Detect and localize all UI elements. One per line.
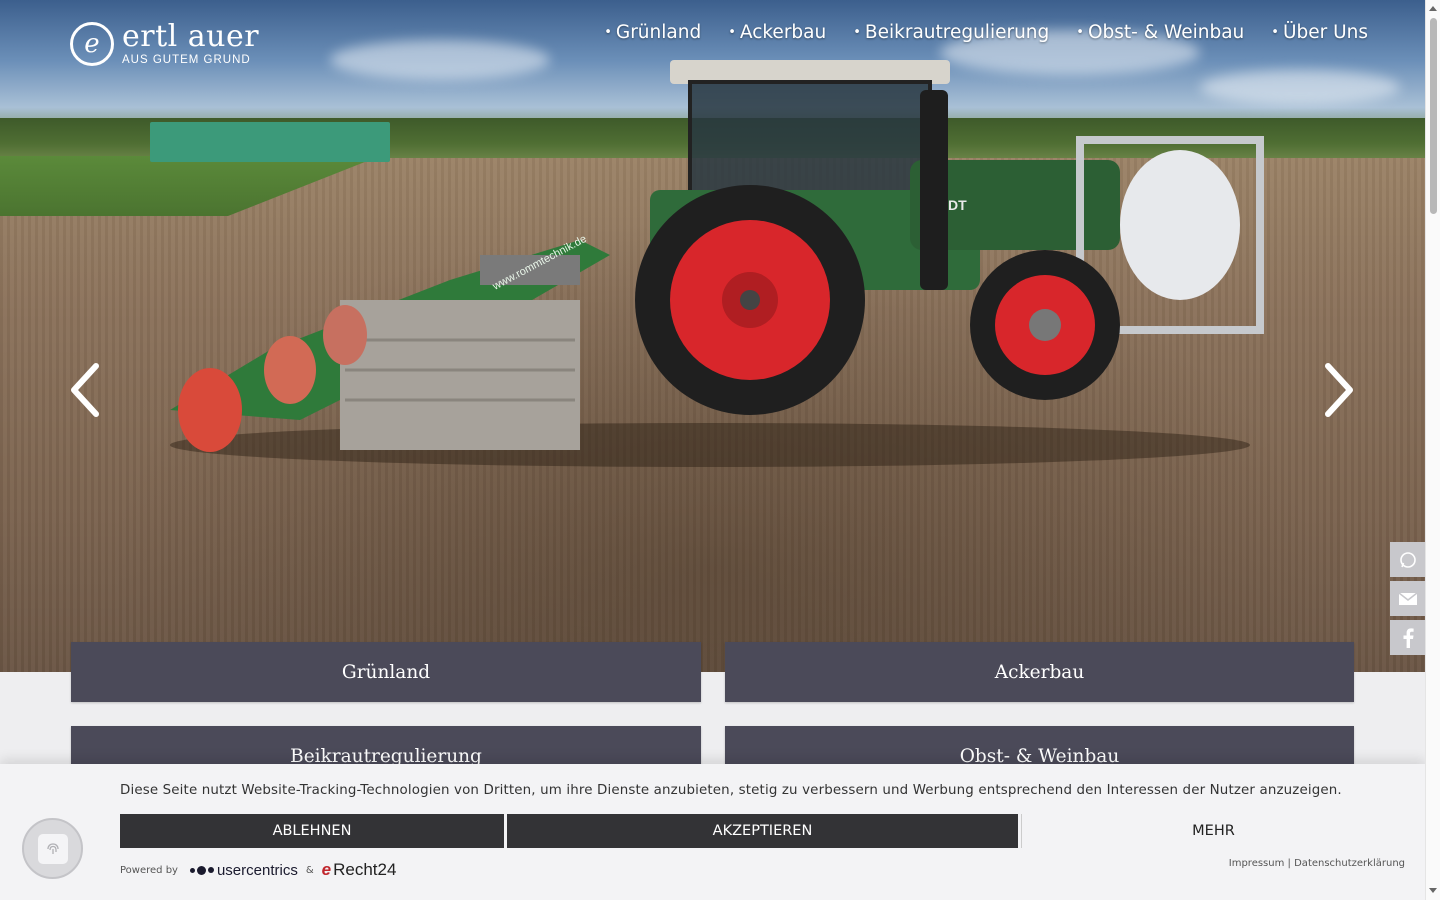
legal-links: Impressum | Datenschutzerklärung [1229, 858, 1405, 869]
more-button[interactable]: MEHR [1021, 814, 1405, 848]
exhaust [920, 90, 948, 290]
tractor-image: www.rommtechnik.de FENDT [170, 60, 1264, 467]
nav-item-obst-weinbau[interactable]: Obst- & Weinbau [1076, 22, 1244, 43]
usercentrics-dots-icon [189, 865, 214, 875]
implement-roller [178, 368, 242, 452]
nav-item-beikrautregulierung[interactable]: Beikrautregulierung [853, 22, 1049, 43]
scroll-up-arrow-icon[interactable] [1429, 6, 1437, 11]
brand-tagline: AUS GUTEM GRUND [122, 54, 251, 66]
fingerprint-icon [46, 842, 59, 854]
scrollbar[interactable] [1425, 0, 1440, 900]
legal-separator: | [1287, 858, 1291, 869]
nav-item-ueber-uns[interactable]: Über Uns [1271, 22, 1368, 43]
powered-by-label: Powered by [120, 864, 178, 876]
scroll-thumb[interactable] [1430, 18, 1437, 214]
ampersand: & [305, 864, 314, 876]
envelope-icon [1398, 591, 1417, 605]
email-button[interactable] [1390, 581, 1425, 616]
datenschutz-link[interactable]: Datenschutzerklärung [1294, 858, 1405, 869]
chevron-right-icon [1325, 363, 1353, 417]
site-logo[interactable]: e ertl auer AUS GUTEM GRUND [70, 22, 259, 66]
gas-tank [1120, 150, 1240, 300]
slider-prev-button[interactable] [66, 360, 106, 420]
social-sidebar [1390, 542, 1425, 659]
chevron-left-icon [71, 363, 99, 417]
logo-mark-icon: e [70, 22, 114, 66]
accept-button[interactable]: AKZEPTIEREN [507, 814, 1018, 848]
slider-next-button[interactable] [1318, 360, 1358, 420]
main-navigation: Grünland Ackerbau Beikrautregulierung Ob… [604, 22, 1368, 43]
nav-item-ackerbau[interactable]: Ackerbau [728, 22, 826, 43]
cookie-text: Diese Seite nutzt Website-Tracking-Techn… [120, 783, 1342, 798]
brand-name: ertl auer [122, 19, 260, 54]
facebook-button[interactable] [1390, 620, 1425, 655]
privacy-settings-button[interactable] [22, 818, 83, 879]
implement-hood [340, 300, 580, 450]
erecht24-wordmark: Recht24 [333, 860, 397, 879]
whatsapp-button[interactable] [1390, 542, 1425, 577]
cookie-banner: Diese Seite nutzt Website-Tracking-Techn… [0, 764, 1425, 900]
scroll-down-arrow-icon[interactable] [1429, 888, 1437, 893]
usercentrics-wordmark: usercentrics [216, 861, 298, 879]
deny-button[interactable]: ABLEHNEN [120, 814, 504, 848]
usercentrics-logo[interactable]: usercentrics [189, 861, 298, 879]
tile-gruenland[interactable]: Grünland [71, 642, 701, 702]
erecht24-e: e [321, 860, 332, 879]
impressum-link[interactable]: Impressum [1229, 858, 1285, 869]
tile-ackerbau[interactable]: Ackerbau [725, 642, 1354, 702]
hero-slider: www.rommtechnik.de FENDT [0, 0, 1425, 672]
nav-item-gruenland[interactable]: Grünland [604, 22, 701, 43]
whatsapp-icon [1399, 551, 1416, 568]
facebook-icon [1403, 627, 1414, 648]
erecht24-logo[interactable]: e Recht24 [322, 860, 397, 880]
powered-by: Powered by usercentrics & e Recht24 [120, 860, 396, 880]
